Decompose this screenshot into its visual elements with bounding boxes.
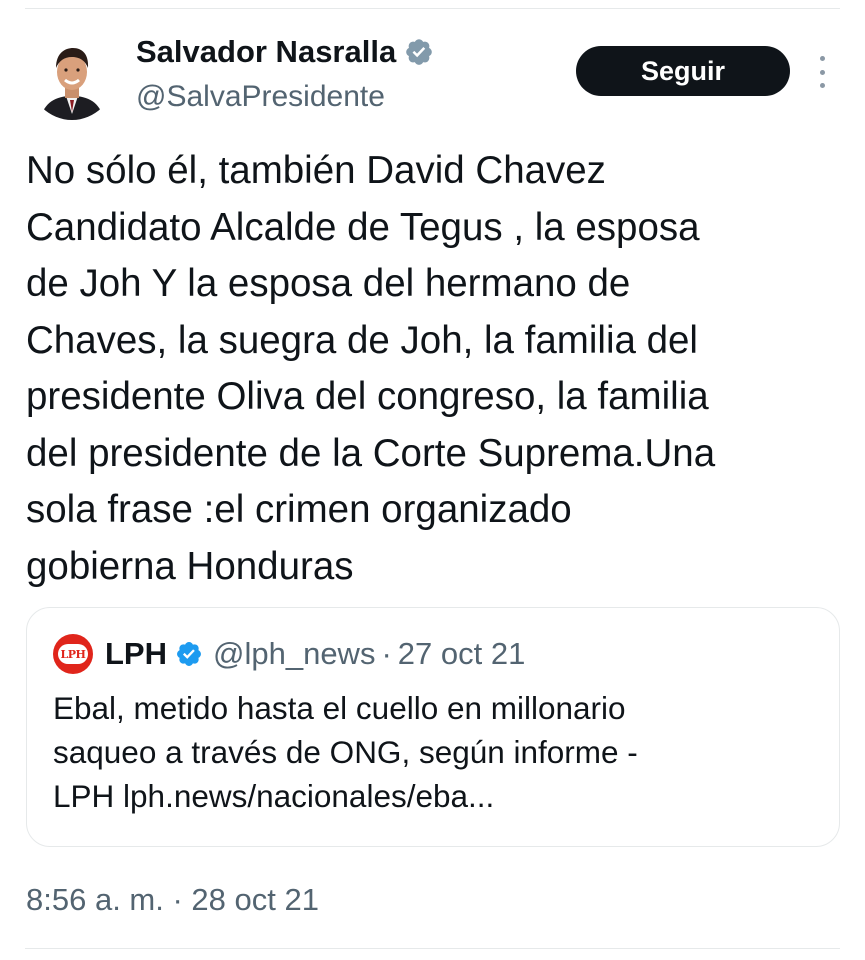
quoted-author-handle[interactable]: @lph_news: [213, 636, 375, 672]
verified-badge-icon: [406, 39, 433, 65]
quoted-tweet-card[interactable]: LPH LPH @lph_news · 27 oct 21 Ebal, meti…: [26, 607, 840, 847]
lph-logo-icon[interactable]: LPH: [53, 634, 93, 674]
tweet-timestamp[interactable]: 8:56 a. m. · 28 oct 21: [26, 882, 319, 918]
tweet-text-line: sola frase :el crimen organizado: [26, 488, 572, 531]
quoted-tweet-header: LPH LPH @lph_news · 27 oct 21: [53, 634, 525, 674]
bottom-divider: [25, 948, 840, 949]
tweet-text-line: del presidente de la Corte Suprema.Una: [26, 431, 716, 475]
quoted-author-name[interactable]: LPH: [105, 636, 167, 672]
quoted-tweet-text: Ebal, metido hasta el cuello en millonar…: [53, 686, 813, 818]
tweet-text-line: Chaves, la suegra de Joh, la familia del: [26, 318, 698, 362]
tweet-text-line: de Joh Y la esposa del hermano de: [26, 262, 631, 305]
author-name-text[interactable]: Salvador Nasralla: [136, 34, 396, 70]
follow-button[interactable]: Seguir: [576, 46, 790, 96]
tweet-text-line: presidente Oliva del congreso, la famili…: [26, 375, 709, 418]
tweet-text-line: No sólo él, también David Chavez: [26, 149, 606, 192]
verified-badge-icon: [177, 642, 201, 666]
top-divider: [25, 8, 840, 9]
author-avatar[interactable]: [30, 36, 114, 120]
tweet-text-line: gobierna Honduras: [26, 544, 354, 588]
author-name[interactable]: Salvador Nasralla: [136, 34, 434, 70]
more-options-icon[interactable]: [812, 56, 832, 88]
tweet-text: No sólo él, también David Chavez Candida…: [26, 143, 846, 595]
quoted-tweet-date[interactable]: 27 oct 21: [398, 636, 526, 672]
quoted-text-line: Ebal, metido hasta el cuello en millonar…: [53, 690, 626, 726]
separator-dot: ·: [381, 636, 392, 671]
quoted-text-line: saqueo a través de ONG, según informe -: [53, 734, 638, 770]
author-handle[interactable]: @SalvaPresidente: [136, 80, 385, 114]
avatar-photo-icon: [30, 36, 114, 120]
lph-logo-text: LPH: [58, 644, 88, 664]
tweet-text-line: Candidato Alcalde de Tegus , la esposa: [26, 205, 700, 249]
quoted-text-line: LPH lph.news/nacionales/eba...: [53, 778, 495, 814]
